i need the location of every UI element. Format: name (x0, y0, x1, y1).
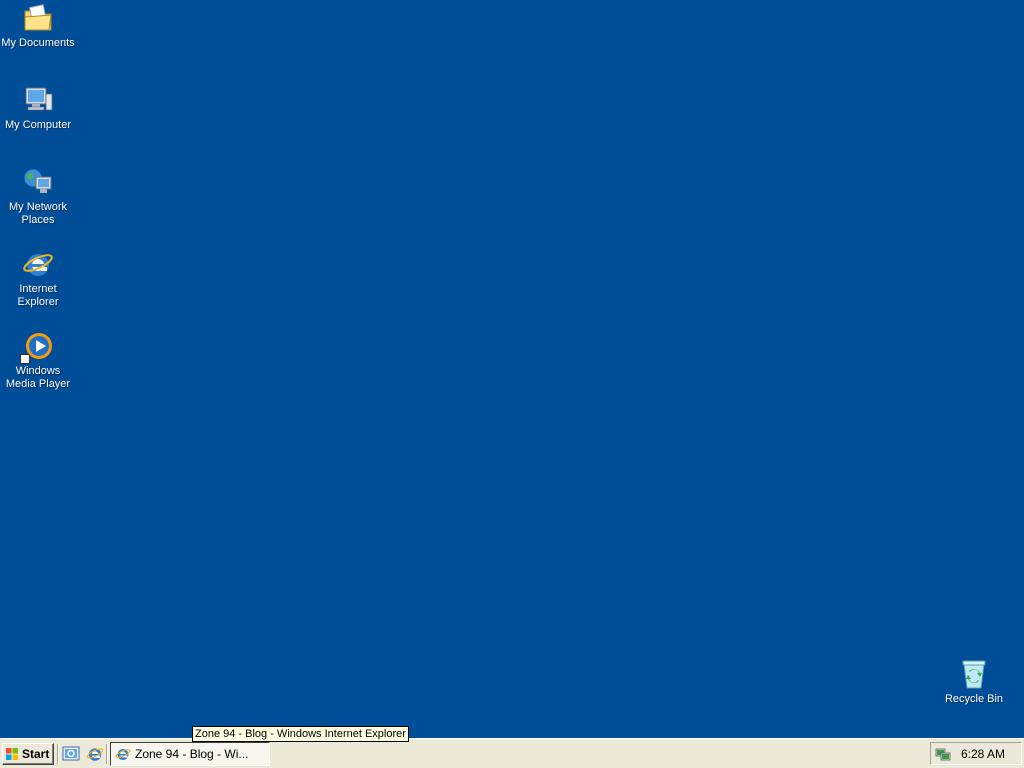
start-button[interactable]: Start (2, 743, 54, 765)
internet-explorer-icon (115, 746, 131, 762)
computer-icon (22, 84, 54, 116)
start-button-label: Start (22, 747, 50, 761)
desktop-icon-my-network-places[interactable]: My Network Places (0, 166, 76, 227)
desktop-icon-label: Windows Media Player (5, 365, 71, 390)
taskbar-tooltip: Zone 94 - Blog - Windows Internet Explor… (192, 726, 409, 742)
taskbar-separator (106, 744, 108, 764)
desktop-icon-windows-media-player[interactable]: Windows Media Player (0, 330, 76, 391)
taskbar: Start Zone 94 - Blog - Wi... 6:28 AM (0, 738, 1024, 768)
desktop-icon-internet-explorer[interactable]: Internet Explorer (0, 248, 76, 309)
desktop-icon-label: Internet Explorer (17, 283, 59, 308)
system-tray: 6:28 AM (930, 742, 1022, 765)
show-desktop-icon (62, 745, 80, 763)
media-player-icon (20, 330, 54, 364)
taskbar-separator (57, 744, 59, 764)
shortcut-arrow-icon (20, 354, 30, 364)
desktop-icon-label: My Documents (1, 37, 75, 49)
desktop-icon-label: My Network Places (8, 201, 68, 226)
internet-explorer-icon (86, 745, 104, 763)
taskbar-window-button[interactable]: Zone 94 - Blog - Wi... (110, 742, 270, 766)
desktop-icon-recycle-bin[interactable]: Recycle Bin (936, 658, 1012, 706)
recycle-bin-icon (958, 658, 990, 690)
desktop: My Documents My Computer My Network Plac… (0, 0, 1024, 738)
desktop-icon-my-computer[interactable]: My Computer (0, 84, 76, 132)
network-places-icon (22, 166, 54, 198)
desktop-icon-my-documents[interactable]: My Documents (0, 2, 76, 50)
quick-launch-internet-explorer[interactable] (86, 745, 104, 763)
network-connection-icon[interactable] (935, 746, 951, 762)
desktop-icon-label: My Computer (4, 119, 72, 131)
folder-documents-icon (22, 2, 54, 34)
desktop-icon-label: Recycle Bin (944, 693, 1004, 705)
windows-flag-icon (5, 747, 19, 761)
quick-launch-show-desktop[interactable] (62, 745, 80, 763)
internet-explorer-icon (22, 248, 54, 280)
taskbar-window-label: Zone 94 - Blog - Wi... (135, 747, 249, 761)
taskbar-clock[interactable]: 6:28 AM (961, 747, 1005, 761)
